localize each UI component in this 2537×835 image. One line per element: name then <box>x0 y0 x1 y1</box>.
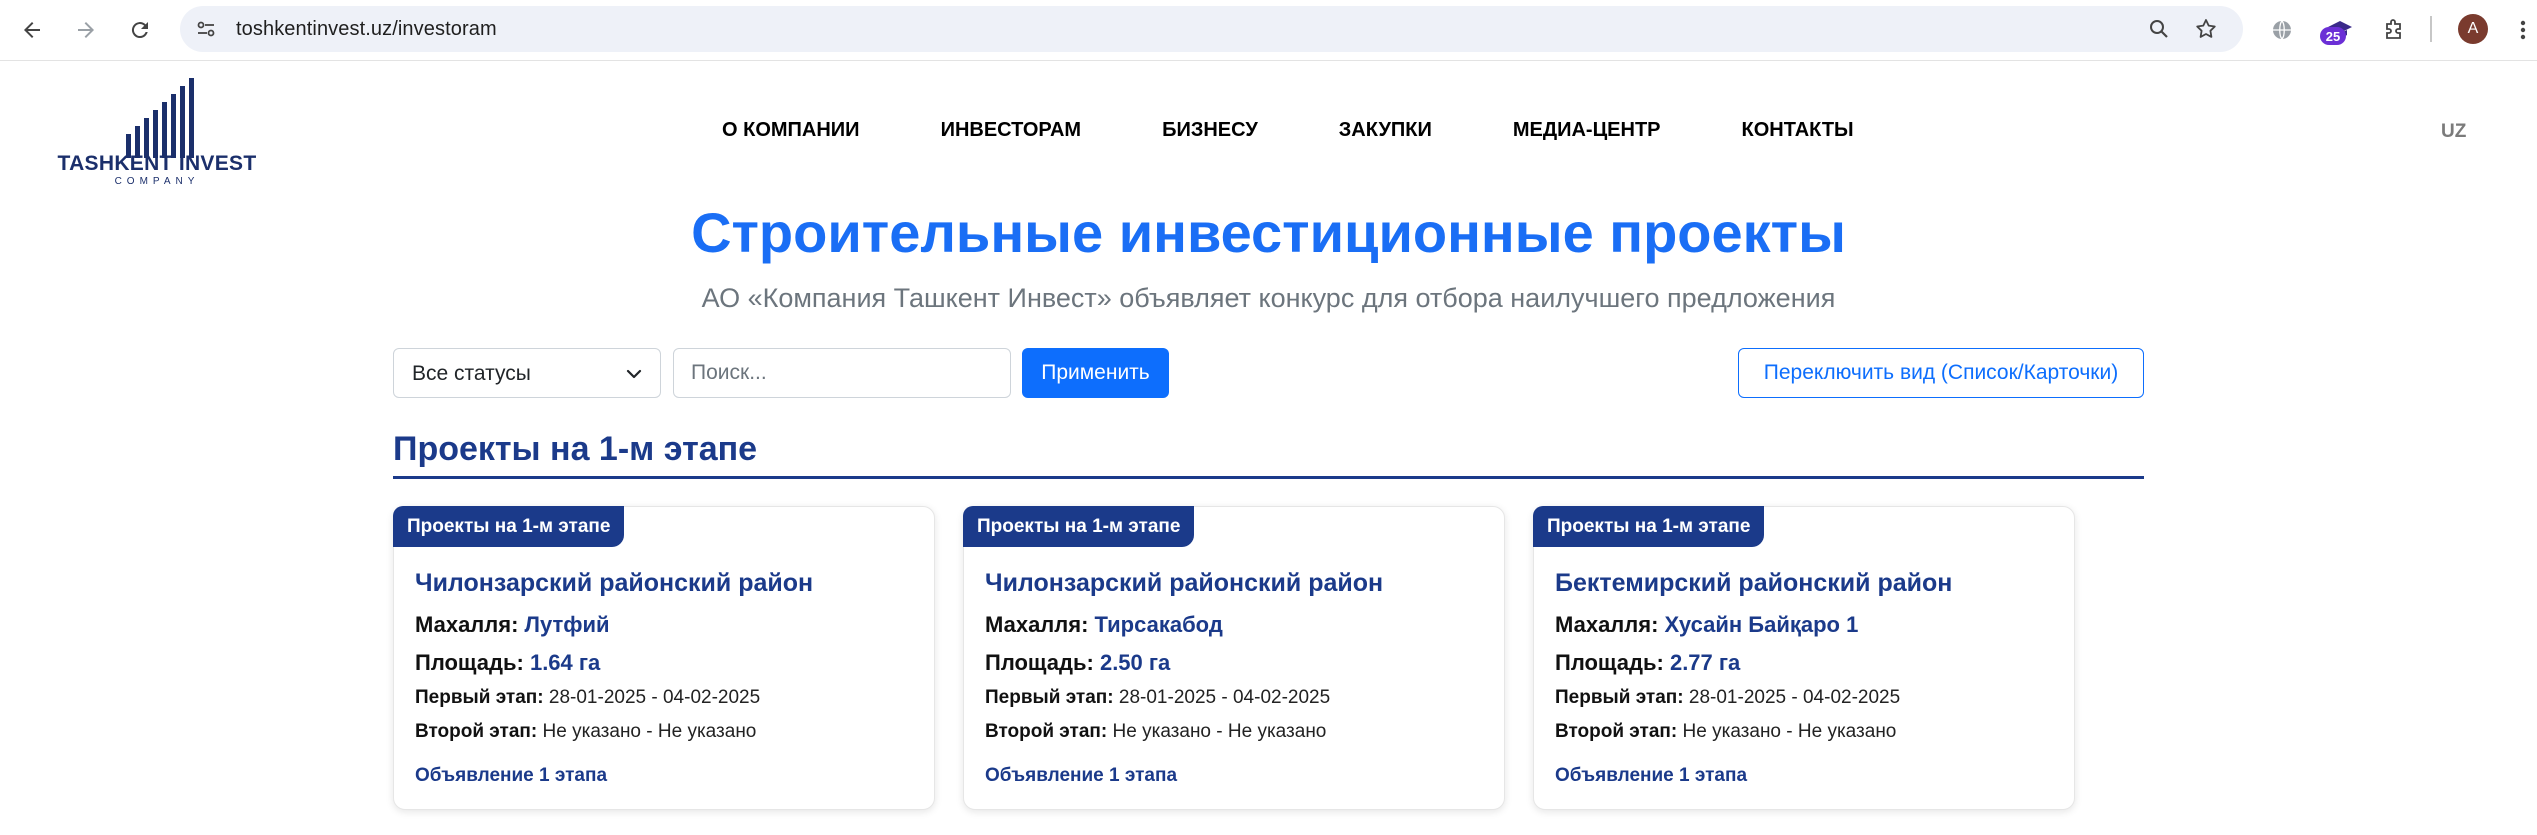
project-district: Чилонзарский районский район <box>415 569 814 597</box>
area-label: Площадь: <box>415 650 524 675</box>
stage2-label: Второй этап: <box>1555 721 1678 742</box>
forward-icon[interactable] <box>68 12 104 48</box>
url-text: toshkentinvest.uz/investoram <box>236 18 497 40</box>
logo-name: TASHKENT INVEST <box>57 152 257 175</box>
menu-item-procurement[interactable]: ЗАКУПКИ <box>1339 119 1432 142</box>
stage-badge: Проекты на 1-м этапе <box>963 506 1195 547</box>
status-select-value: Все статусы <box>412 362 531 385</box>
stage1-row: Первый этап: 28-01-2025 - 04-02-2025 <box>1555 687 1900 709</box>
status-select[interactable]: Все статусы <box>393 348 661 398</box>
stage1-dates: 28-01-2025 - 04-02-2025 <box>548 687 761 708</box>
area-label: Площадь: <box>985 650 1094 675</box>
mahalla-label: Махалля: <box>1555 612 1659 637</box>
stage1-dates: 28-01-2025 - 04-02-2025 <box>1118 687 1331 708</box>
announcement-link[interactable]: Объявление 1 этапа <box>985 765 1177 787</box>
menu-kebab-icon[interactable] <box>2505 12 2537 48</box>
stage1-dates: 28-01-2025 - 04-02-2025 <box>1688 687 1901 708</box>
stage-badge: Проекты на 1-м этапе <box>1533 506 1765 547</box>
stage1-row: Первый этап: 28-01-2025 - 04-02-2025 <box>985 687 1330 709</box>
mahalla-label: Махалля: <box>415 612 519 637</box>
stage2-row: Второй этап: Не указано - Не указано <box>415 721 756 743</box>
mahalla-row: Махалля: Тирсакабод <box>985 612 1223 638</box>
project-card[interactable]: Проекты на 1-м этапе Бектемирский районс… <box>1533 506 2075 810</box>
area-label: Площадь: <box>1555 650 1664 675</box>
stage1-row: Первый этап: 28-01-2025 - 04-02-2025 <box>415 687 760 709</box>
stage2-label: Второй этап: <box>415 721 538 742</box>
stage2-label: Второй этап: <box>985 721 1108 742</box>
stage2-row: Второй этап: Не указано - Не указано <box>985 721 1326 743</box>
profile-avatar[interactable]: A <box>2458 14 2488 44</box>
toolbar-separator <box>2430 16 2432 42</box>
area-value: 2.77 га <box>1669 650 1741 675</box>
project-card[interactable]: Проекты на 1-м этапе Чилонзарский районс… <box>393 506 935 810</box>
menu-item-investors[interactable]: ИНВЕСТОРАМ <box>941 119 1082 142</box>
announcement-link[interactable]: Объявление 1 этапа <box>415 765 607 787</box>
area-row: Площадь: 2.50 га <box>985 650 1170 676</box>
stage1-label: Первый этап: <box>415 687 544 708</box>
stage1-label: Первый этап: <box>1555 687 1684 708</box>
stage2-dates: Не указано - Не указано <box>1112 721 1327 742</box>
menu-item-media-center[interactable]: МЕДИА-ЦЕНТР <box>1513 119 1661 142</box>
main-menu: О КОМПАНИИ ИНВЕСТОРАМ БИЗНЕСУ ЗАКУПКИ МЕ… <box>722 119 1935 142</box>
stage2-row: Второй этап: Не указано - Не указано <box>1555 721 1896 743</box>
address-bar[interactable]: toshkentinvest.uz/investoram <box>180 6 2243 52</box>
language-switch[interactable]: UZ <box>2441 121 2466 143</box>
stage1-label: Первый этап: <box>985 687 1114 708</box>
chevron-down-icon <box>626 369 642 379</box>
site-info-icon[interactable] <box>190 13 222 45</box>
section-divider <box>393 476 2144 479</box>
section-title: Проекты на 1-м этапе <box>393 430 758 468</box>
page-subtitle: АО «Компания Ташкент Инвест» объявляет к… <box>701 283 1836 313</box>
menu-item-business[interactable]: БИЗНЕСУ <box>1162 119 1258 142</box>
area-value: 1.64 га <box>529 650 601 675</box>
area-row: Площадь: 2.77 га <box>1555 650 1740 676</box>
extensions-puzzle-icon[interactable] <box>2376 12 2412 48</box>
browser-toolbar: toshkentinvest.uz/investoram 25 A <box>0 0 2537 61</box>
page-title: Строительные инвестиционные проекты <box>691 201 1846 264</box>
area-value: 2.50 га <box>1099 650 1171 675</box>
extension-badge: 25 <box>2320 27 2346 45</box>
back-icon[interactable] <box>14 12 50 48</box>
zoom-icon[interactable] <box>2143 13 2175 45</box>
stage2-dates: Не указано - Не указано <box>542 721 757 742</box>
search-input[interactable] <box>673 348 1011 398</box>
logo-subtitle: COMPANY <box>114 176 200 187</box>
logo-bars-icon <box>126 78 194 158</box>
company-logo[interactable]: TASHKENT INVEST COMPANY <box>52 74 262 187</box>
area-row: Площадь: 1.64 га <box>415 650 600 676</box>
stage2-dates: Не указано - Не указано <box>1682 721 1897 742</box>
globe-icon[interactable] <box>2264 12 2300 48</box>
project-district: Чилонзарский районский район <box>985 569 1384 597</box>
mahalla-row: Махалля: Лутфий <box>415 612 610 638</box>
toggle-view-button[interactable]: Переключить вид (Список/Карточки) <box>1738 348 2144 398</box>
announcement-link[interactable]: Объявление 1 этапа <box>1555 765 1747 787</box>
stage-badge: Проекты на 1-м этапе <box>393 506 625 547</box>
mahalla-label: Махалля: <box>985 612 1089 637</box>
project-card[interactable]: Проекты на 1-м этапе Чилонзарский районс… <box>963 506 1505 810</box>
reload-icon[interactable] <box>122 12 158 48</box>
mahalla-value: Хусайн Байқаро 1 <box>1664 612 1859 637</box>
menu-item-contacts[interactable]: КОНТАКТЫ <box>1742 119 1854 142</box>
mahalla-value: Лутфий <box>524 612 610 637</box>
bookmark-star-icon[interactable] <box>2190 13 2222 45</box>
mahalla-row: Махалля: Хусайн Байқаро 1 <box>1555 612 1858 638</box>
menu-item-company[interactable]: О КОМПАНИИ <box>722 119 860 142</box>
mahalla-value: Тирсакабод <box>1094 612 1223 637</box>
project-district: Бектемирский районский район <box>1555 569 1953 597</box>
apply-button[interactable]: Применить <box>1022 348 1169 398</box>
